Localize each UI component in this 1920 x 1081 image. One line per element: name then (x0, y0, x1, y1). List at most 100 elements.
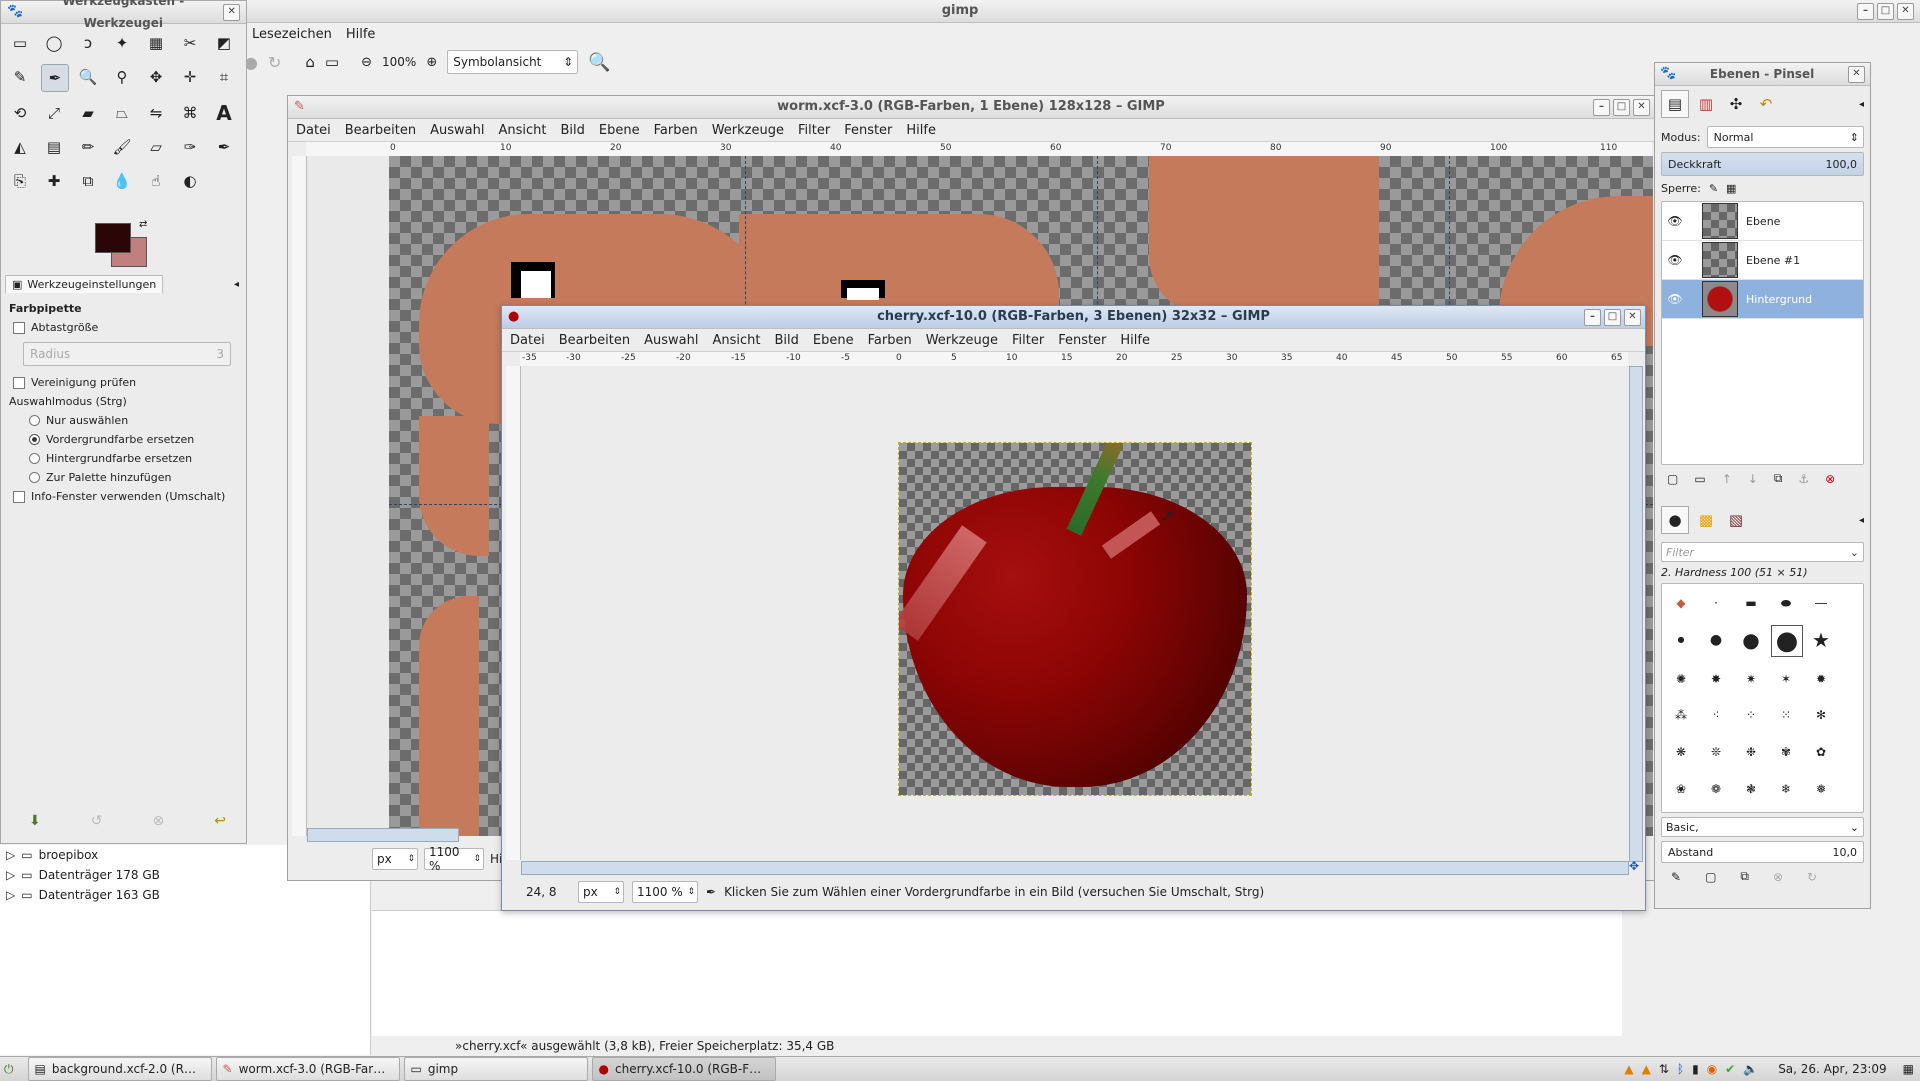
reload-icon[interactable]: ↻ (268, 53, 281, 72)
volume-icon[interactable]: 🔈 (1743, 1062, 1758, 1076)
tab-brushes[interactable]: ● (1661, 506, 1689, 534)
menu-tools[interactable]: Werkzeuge (926, 333, 998, 348)
menu-edit[interactable]: Bearbeiten (345, 123, 416, 138)
radio-selected[interactable] (29, 434, 40, 445)
scissors-icon[interactable]: ✂ (177, 30, 203, 56)
brush-item[interactable]: ― (1806, 588, 1836, 618)
close-icon[interactable]: ✕ (1897, 3, 1914, 20)
close-icon[interactable]: ✕ (1624, 309, 1641, 326)
brush-set-select[interactable]: Basic, ⌄ (1661, 817, 1864, 837)
dodge-burn-icon[interactable]: ◐ (177, 168, 203, 194)
tab-menu-icon[interactable]: ◂ (1859, 515, 1864, 526)
zoom-select[interactable]: 1100 % ⇕ (424, 845, 484, 873)
brush-item[interactable]: ❁ (1701, 774, 1731, 804)
menu-view[interactable]: Ansicht (498, 123, 546, 138)
maximize-icon[interactable]: □ (1877, 3, 1894, 20)
new-layer-icon[interactable]: ▢ (1667, 472, 1678, 486)
blur-icon[interactable]: 💧 (109, 168, 135, 194)
lower-layer-icon[interactable]: ↓ (1748, 472, 1758, 486)
layer-row[interactable]: 👁 Ebene (1662, 202, 1863, 241)
ink-icon[interactable]: ✒ (211, 134, 237, 160)
paths-icon[interactable]: ✎ (7, 64, 33, 90)
mode-option[interactable]: Zur Palette hinzufügen (29, 471, 239, 484)
paintbrush-icon[interactable]: 🖌 (109, 134, 135, 160)
spacing-slider[interactable]: Abstand 10,0 (1661, 841, 1864, 863)
menu-edit[interactable]: Bearbeiten (559, 333, 630, 348)
menu-windows[interactable]: Fenster (844, 123, 892, 138)
lasso-icon[interactable]: ↄ (75, 30, 101, 56)
airbrush-icon[interactable]: ✑ (177, 134, 203, 160)
restore-options-icon[interactable]: ↺ (91, 813, 103, 829)
firefox-icon[interactable]: ◉ (1707, 1062, 1717, 1076)
edit-brush-icon[interactable]: ✎ (1671, 870, 1681, 884)
save-options-icon[interactable]: ⬇ (29, 813, 41, 829)
brush-item[interactable]: ✻ (1806, 700, 1836, 730)
color-picker-icon[interactable]: ✒ (41, 64, 69, 92)
tab-tool-options[interactable]: ▣ Werkzeugeinstellungen (5, 275, 164, 293)
mode-option[interactable]: Nur auswählen (29, 414, 239, 427)
cherry-canvas-area[interactable]: ➚ (521, 366, 1627, 860)
battery-icon[interactable]: ▮ (1692, 1062, 1699, 1076)
brush-item[interactable]: ✺ (1666, 664, 1696, 694)
brush-item[interactable]: ✷ (1736, 664, 1766, 694)
brush-item[interactable]: ● (1701, 625, 1731, 655)
text-icon[interactable]: A (211, 100, 237, 126)
lock-pixels-icon[interactable]: ✎ (1709, 182, 1718, 195)
refresh-brushes-icon[interactable]: ↻ (1807, 870, 1817, 884)
worm-hscrollbar[interactable] (307, 828, 459, 842)
brush-item[interactable]: ❋ (1666, 737, 1696, 767)
tree-item[interactable]: ▷ ▭ Datenträger 163 GB (6, 885, 370, 905)
task-cherry[interactable]: ● cherry.xcf-10.0 (RGB-F… (591, 1057, 776, 1081)
view-mode-select[interactable]: Symbolansicht ⇕ (447, 50, 579, 74)
ellipse-select-icon[interactable]: ◯ (41, 30, 67, 56)
navigate-icon[interactable]: ✥ (1629, 859, 1639, 873)
brush-item-selected[interactable]: ● (1771, 624, 1803, 657)
checkbox[interactable] (13, 376, 25, 389)
shear-icon[interactable]: ▰ (75, 100, 101, 126)
duplicate-layer-icon[interactable]: ⧉ (1774, 471, 1783, 486)
brush-item[interactable]: ⁙ (1771, 700, 1801, 730)
new-group-icon[interactable]: ▭ (1694, 472, 1705, 486)
checkbox[interactable] (13, 321, 25, 334)
rotate-icon[interactable]: ⟲ (7, 100, 33, 126)
start-menu-icon[interactable]: ⏻ (4, 1062, 14, 1077)
radio[interactable] (29, 415, 40, 426)
menu-help[interactable]: Hilfe (346, 27, 376, 42)
menu-colors[interactable]: Farben (868, 333, 912, 348)
notification-icon[interactable]: ▦ (1903, 1062, 1914, 1076)
reset-options-icon[interactable]: ↩ (214, 813, 226, 829)
brush-item[interactable]: ✾ (1771, 737, 1801, 767)
network-icon[interactable]: ⇅ (1659, 1062, 1669, 1076)
minimize-icon[interactable]: – (1584, 309, 1601, 326)
foreground-select-icon[interactable]: ◩ (211, 30, 237, 56)
fuzzy-select-icon[interactable]: ✦ (109, 30, 135, 56)
scale-icon[interactable]: ⤢ (41, 100, 67, 126)
menu-file[interactable]: Datei (296, 123, 331, 138)
brush-item[interactable]: ▬ (1736, 588, 1766, 618)
delete-brush-icon[interactable]: ⊗ (1773, 870, 1783, 884)
brush-item[interactable]: ❅ (1806, 774, 1836, 804)
bucket-fill-icon[interactable]: ◭ (7, 134, 33, 160)
zoom-out-icon[interactable]: ⊖ (361, 55, 372, 70)
bluetooth-icon[interactable]: ᛒ (1677, 1062, 1684, 1076)
tab-menu-icon[interactable]: ◂ (234, 279, 239, 290)
menu-help[interactable]: Hilfe (906, 123, 936, 138)
move-icon[interactable]: ✥ (143, 64, 169, 90)
eraser-icon[interactable]: ▱ (143, 134, 169, 160)
brush-item[interactable]: ⁘ (1736, 700, 1766, 730)
smudge-icon[interactable]: ☝ (143, 168, 169, 194)
tab-paths[interactable]: ✣ (1723, 91, 1749, 117)
zoom-in-icon[interactable]: ⊕ (426, 55, 437, 70)
check-icon[interactable]: ✔ (1725, 1062, 1735, 1076)
checkbox[interactable] (13, 490, 25, 503)
tab-menu-icon[interactable]: ◂ (1859, 99, 1864, 110)
delete-layer-icon[interactable]: ⊗ (1825, 472, 1835, 486)
menu-tools[interactable]: Werkzeuge (712, 123, 784, 138)
update-icon[interactable]: ▲ (1642, 1062, 1651, 1076)
radio[interactable] (29, 472, 40, 483)
zoom-icon[interactable]: 🔍 (75, 64, 101, 90)
task-background[interactable]: ▤ background.xcf-2.0 (R… (27, 1057, 212, 1081)
eye-icon[interactable]: 👁 (1662, 214, 1688, 228)
radio[interactable] (29, 453, 40, 464)
computer-icon[interactable]: ▭ (325, 53, 339, 71)
